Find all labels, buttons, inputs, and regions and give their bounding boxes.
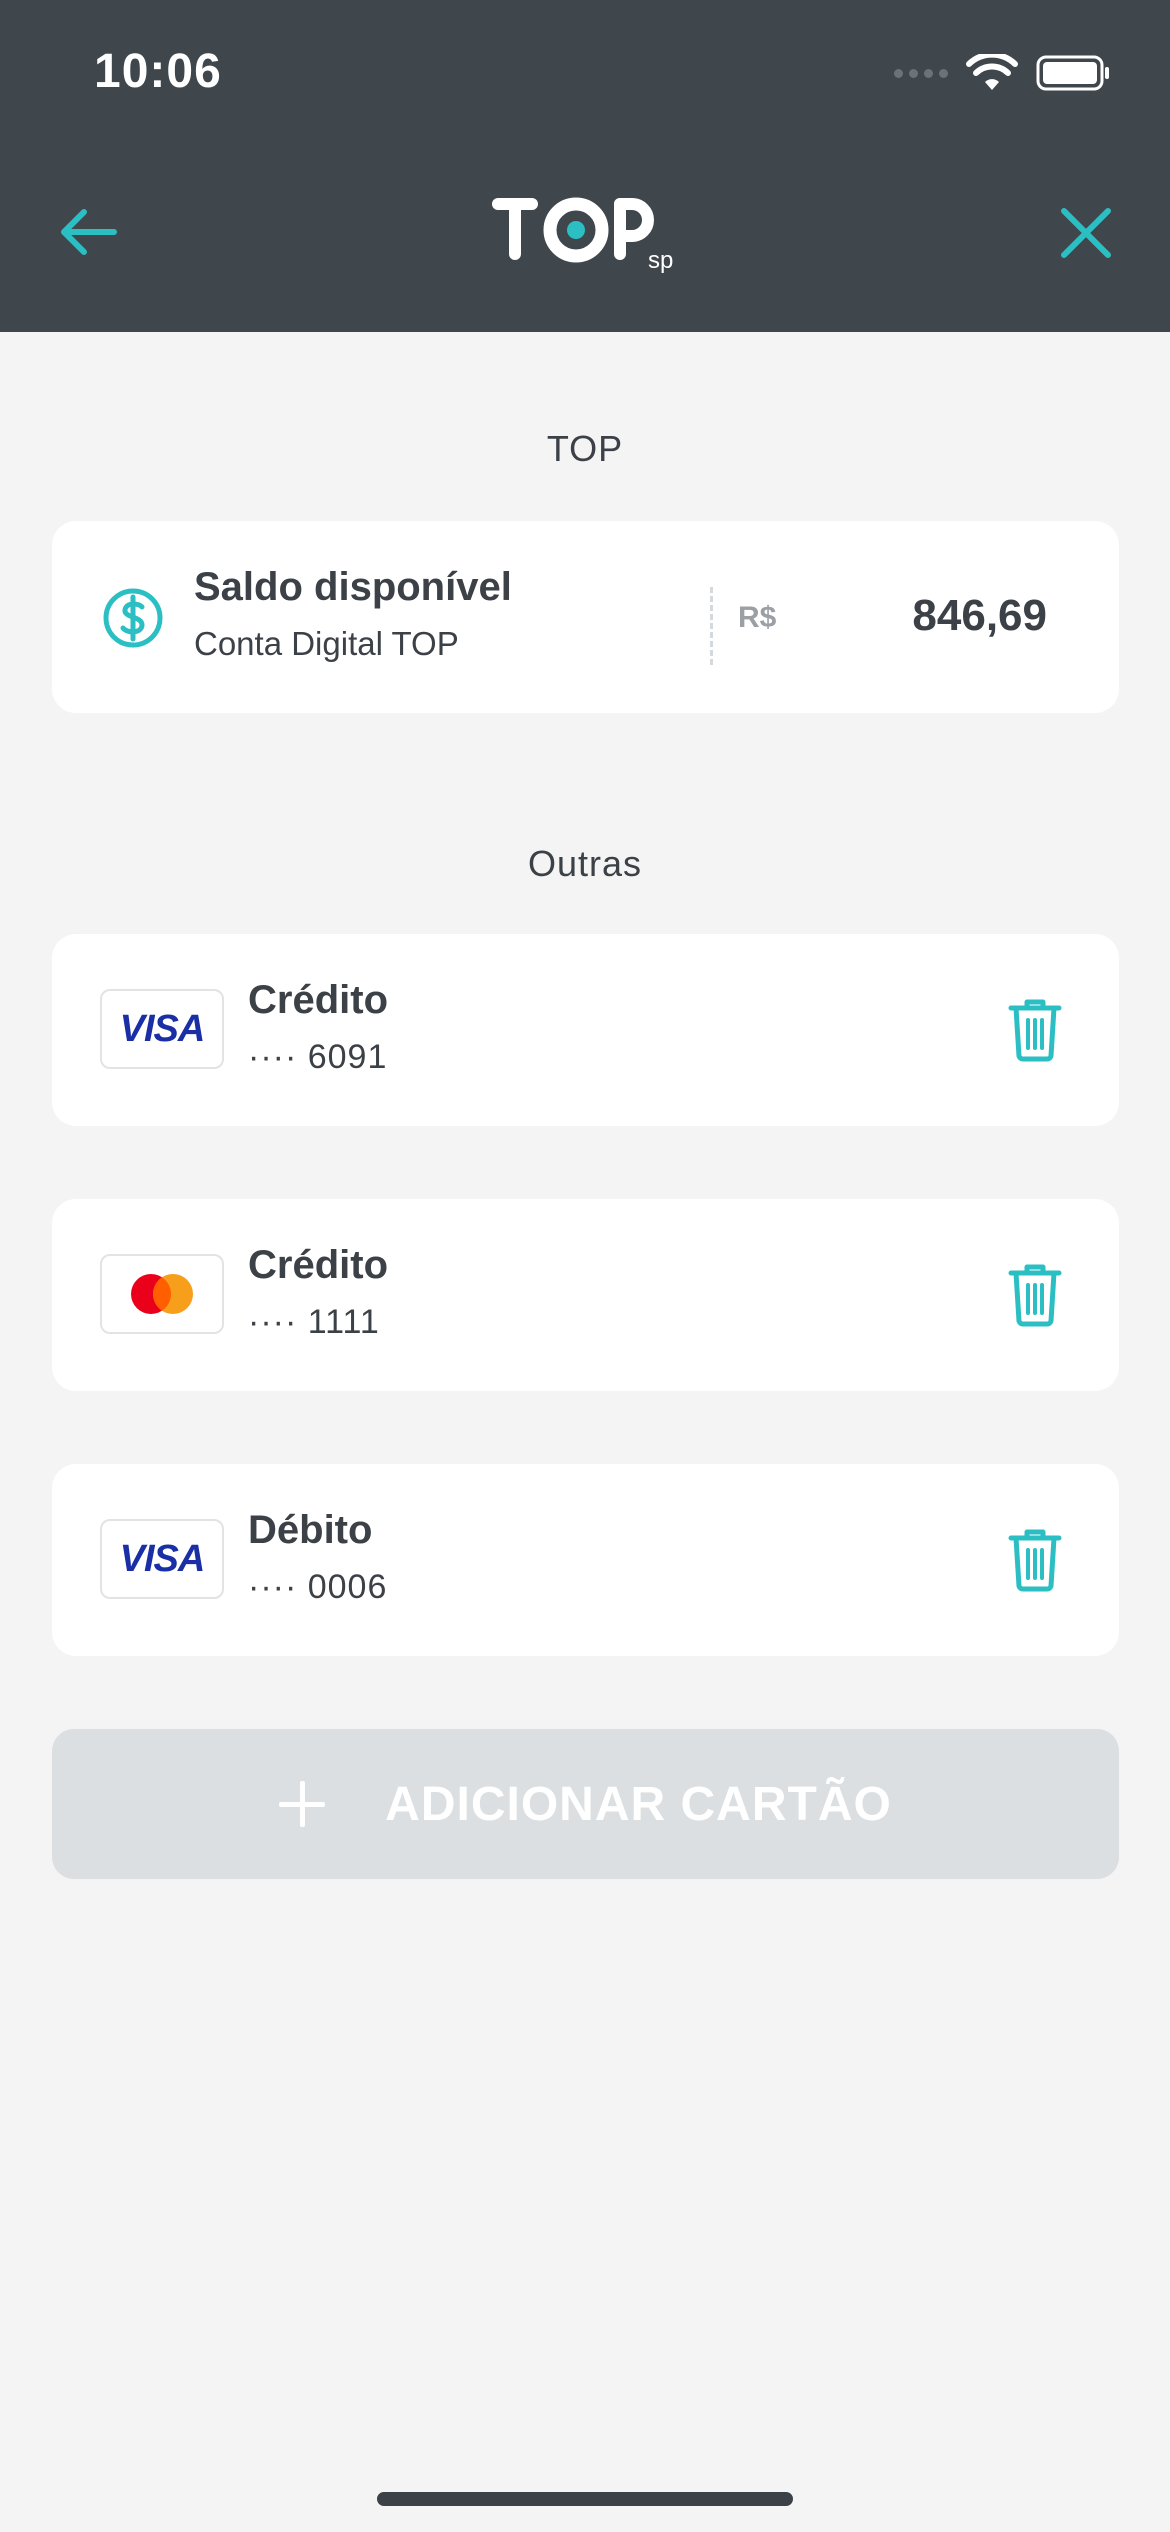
card-type: Crédito xyxy=(248,1243,388,1287)
card-number: ···· 0006 xyxy=(248,1568,388,1606)
app-header: 10:06 sp xyxy=(0,0,1170,332)
wifi-icon xyxy=(966,54,1018,90)
dollar-circle-icon xyxy=(103,588,163,648)
card-type: Débito xyxy=(248,1508,373,1552)
balance-value: 846,69 xyxy=(912,591,1047,640)
payment-card-item[interactable]: VISA Débito ···· 0006 xyxy=(52,1464,1119,1656)
status-icons xyxy=(894,48,1112,98)
battery-icon xyxy=(1036,55,1109,91)
close-icon[interactable] xyxy=(1058,205,1114,261)
visa-logo: VISA xyxy=(100,1519,224,1599)
trash-icon[interactable] xyxy=(1007,1263,1063,1327)
home-indicator xyxy=(377,2492,793,2506)
status-time: 10:06 xyxy=(94,45,222,98)
back-arrow-icon[interactable] xyxy=(56,200,120,264)
payment-card-item[interactable]: Crédito ···· 1111 xyxy=(52,1199,1119,1391)
balance-card[interactable]: Saldo disponível Conta Digital TOP R$ 84… xyxy=(52,521,1119,713)
payment-card-item[interactable]: VISA Crédito ···· 6091 xyxy=(52,934,1119,1126)
top-sp-logo: sp xyxy=(490,190,680,280)
trash-icon[interactable] xyxy=(1007,998,1063,1062)
balance-divider xyxy=(710,587,713,665)
logo-suffix: sp xyxy=(648,247,673,274)
trash-icon[interactable] xyxy=(1007,1528,1063,1592)
signal-icon xyxy=(894,68,948,78)
add-card-label: ADICIONAR CARTÃO xyxy=(385,1777,892,1831)
mastercard-logo xyxy=(100,1254,224,1334)
balance-title: Saldo disponível xyxy=(194,565,512,609)
section-title-top: TOP xyxy=(546,428,624,469)
balance-currency: R$ xyxy=(738,601,777,634)
balance-subtitle: Conta Digital TOP xyxy=(194,625,459,662)
visa-logo: VISA xyxy=(100,989,224,1069)
card-number: ···· 6091 xyxy=(248,1038,388,1076)
plus-icon xyxy=(279,1781,326,1827)
card-number: ···· 1111 xyxy=(248,1303,380,1341)
card-type: Crédito xyxy=(248,978,388,1022)
section-title-others: Outras xyxy=(527,843,643,884)
add-card-button[interactable]: ADICIONAR CARTÃO xyxy=(52,1729,1119,1879)
